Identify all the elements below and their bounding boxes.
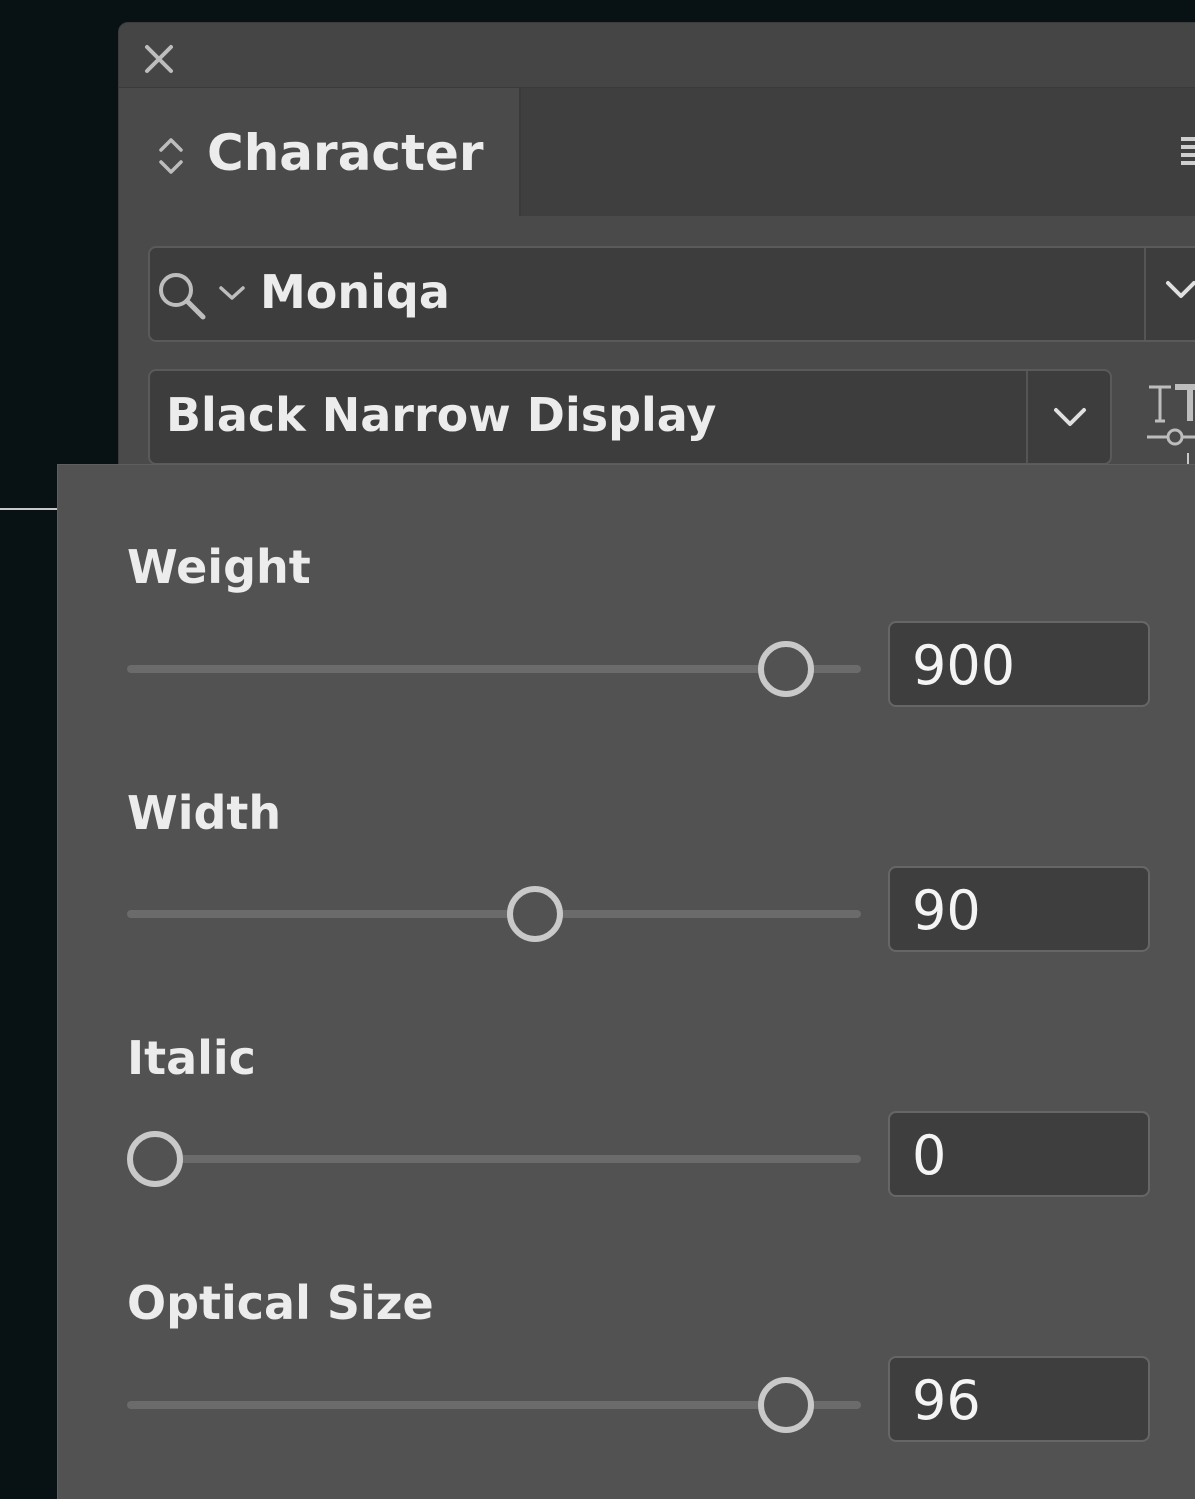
optical-size-label: Optical Size	[127, 1276, 434, 1330]
font-family-value[interactable]: Moniqa	[260, 262, 450, 322]
slider-thumb[interactable]	[506, 886, 563, 942]
width-value-field[interactable]: 90	[888, 866, 1150, 952]
chevron-down-icon[interactable]	[218, 284, 246, 302]
slider-thumb[interactable]	[757, 1377, 814, 1433]
weight-label: Weight	[127, 540, 311, 594]
optical-size-value-field[interactable]: 96	[888, 1356, 1150, 1442]
slider-track	[127, 1401, 861, 1409]
slider-thumb[interactable]	[757, 641, 814, 697]
search-icon[interactable]	[156, 270, 212, 320]
field-divider	[1144, 248, 1146, 340]
tab-character[interactable]: Character	[119, 88, 521, 216]
close-icon[interactable]	[141, 41, 177, 77]
italic-value-field[interactable]: 0	[888, 1111, 1150, 1197]
hamburger-menu-icon[interactable]	[1177, 133, 1195, 169]
italic-label: Italic	[127, 1031, 256, 1085]
up-down-arrows-icon[interactable]	[157, 134, 185, 178]
variable-font-axes-icon[interactable]	[1145, 381, 1195, 451]
weight-slider[interactable]	[127, 639, 861, 699]
app-stage: Character Moniqa Black Narrow Display We…	[0, 0, 1195, 1499]
optical-size-slider[interactable]	[127, 1375, 861, 1435]
width-slider[interactable]	[127, 884, 861, 944]
slider-track	[127, 665, 861, 673]
panel-titlebar	[119, 23, 1195, 88]
variable-font-popover: Weight 900 Width 90 Italic 0 Optical Siz…	[57, 464, 1195, 1499]
width-label: Width	[127, 786, 282, 840]
italic-slider[interactable]	[127, 1129, 861, 1189]
tab-strip: Character	[119, 88, 1195, 216]
chevron-down-icon[interactable]	[1164, 278, 1195, 302]
chevron-down-icon[interactable]	[1052, 405, 1088, 429]
font-style-value[interactable]: Black Narrow Display	[166, 385, 716, 445]
slider-thumb[interactable]	[127, 1131, 183, 1187]
weight-value-field[interactable]: 900	[888, 621, 1150, 707]
font-family-field[interactable]: Moniqa	[148, 246, 1195, 342]
slider-track	[127, 1155, 861, 1163]
tab-label: Character	[207, 124, 484, 182]
slider-track	[127, 910, 861, 918]
